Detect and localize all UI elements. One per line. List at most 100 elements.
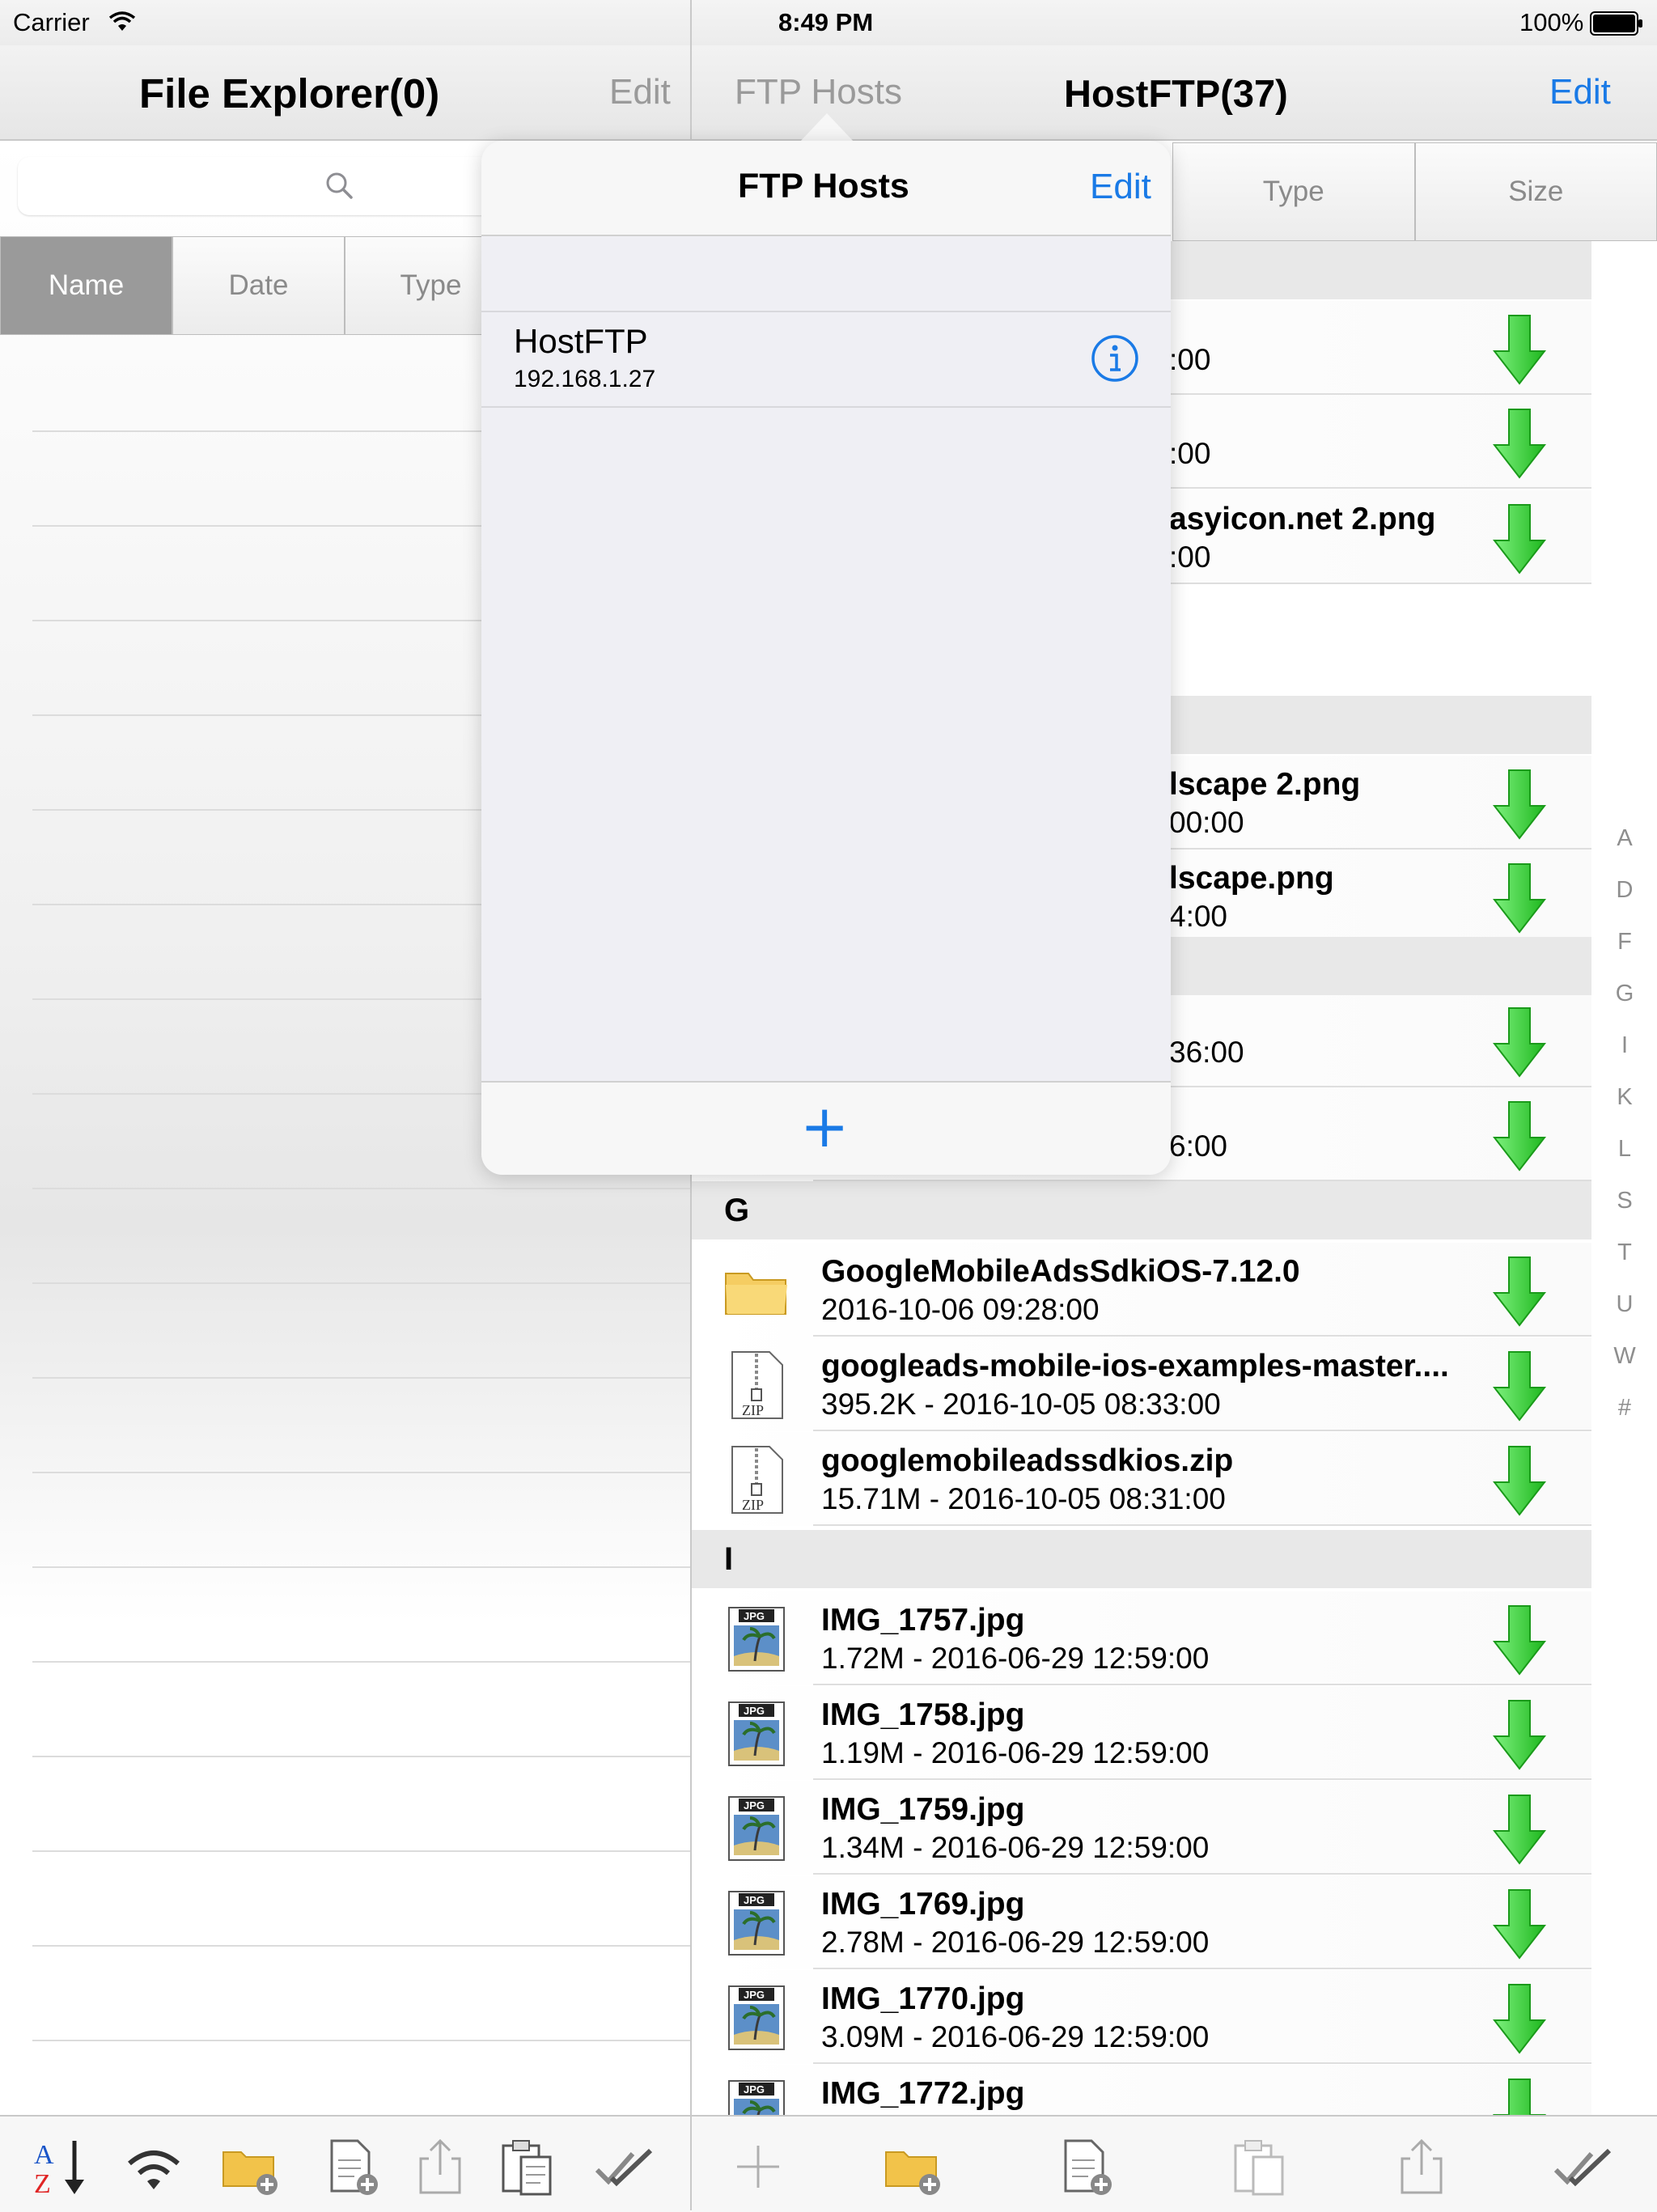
popover-arrow xyxy=(799,113,854,142)
carrier-label: Carrier xyxy=(13,8,90,37)
index-letter[interactable]: D xyxy=(1608,877,1641,929)
share-icon[interactable] xyxy=(409,2136,471,2197)
download-icon[interactable] xyxy=(1493,314,1546,385)
file-name: googleads-mobile-ios-examples-master.... xyxy=(821,1349,1449,1384)
share-icon[interactable] xyxy=(1391,2136,1452,2197)
section-index[interactable]: ADFGIKLSTUW# xyxy=(1608,825,1641,1447)
download-icon[interactable] xyxy=(1493,769,1546,840)
file-row[interactable]: JPGIMG_1769.jpg2.78M - 2016-06-29 12:59:… xyxy=(692,1875,1591,1969)
new-file-icon[interactable] xyxy=(1056,2136,1117,2197)
download-icon[interactable] xyxy=(1493,1983,1546,2054)
file-name: asyicon.net 2.png xyxy=(1169,502,1435,537)
download-icon[interactable] xyxy=(1493,1445,1546,1516)
paste-clipboard-icon[interactable] xyxy=(1227,2136,1289,2197)
file-meta: 36:00 xyxy=(1169,1036,1244,1070)
index-letter[interactable]: L xyxy=(1608,1136,1641,1188)
empty-row-separator xyxy=(32,1850,690,1852)
empty-row-separator xyxy=(32,1472,690,1473)
index-letter[interactable]: A xyxy=(1608,825,1641,877)
svg-text:JPG: JPG xyxy=(744,2083,765,2095)
file-row[interactable]: JPG IMG_1772.jpg xyxy=(692,2065,1591,2115)
file-meta: 6:00 xyxy=(1169,1129,1227,1163)
popover-title: FTP Hosts xyxy=(738,167,909,206)
index-letter[interactable]: K xyxy=(1608,1084,1641,1136)
right-edit-button[interactable]: Edit xyxy=(1549,72,1611,112)
file-meta: 00:00 xyxy=(1169,806,1244,840)
ftp-hosts-back-button[interactable]: FTP Hosts xyxy=(735,72,902,112)
index-letter[interactable]: F xyxy=(1608,929,1641,981)
download-icon[interactable] xyxy=(1493,1699,1546,1770)
file-row[interactable]: GoogleMobileAdsSdkiOS-7.12.02016-10-06 0… xyxy=(692,1243,1591,1337)
svg-text:JPG: JPG xyxy=(744,1799,765,1812)
index-letter[interactable]: T xyxy=(1608,1239,1641,1291)
sort-az-icon[interactable]: A Z xyxy=(31,2136,92,2197)
download-icon[interactable] xyxy=(1493,1888,1546,1960)
download-icon[interactable] xyxy=(1493,1350,1546,1422)
download-icon[interactable] xyxy=(1493,1604,1546,1676)
sort-date-segment[interactable]: Date xyxy=(172,236,345,335)
download-icon[interactable] xyxy=(1493,862,1546,934)
file-row[interactable]: JPGIMG_1759.jpg1.34M - 2016-06-29 12:59:… xyxy=(692,1781,1591,1875)
download-icon[interactable] xyxy=(1493,408,1546,479)
svg-text:ZIP: ZIP xyxy=(742,1497,764,1513)
file-row[interactable]: ZIPgooglemobileadssdkios.zip15.71M - 201… xyxy=(692,1432,1591,1526)
host-row[interactable]: HostFTP 192.168.1.27 xyxy=(481,311,1171,408)
zip-icon: ZIP xyxy=(724,1350,789,1420)
index-letter[interactable]: S xyxy=(1608,1188,1641,1239)
download-icon[interactable] xyxy=(1493,1256,1546,1327)
add-icon[interactable] xyxy=(727,2136,789,2197)
download-icon[interactable] xyxy=(1493,2078,1546,2115)
left-toolbar: A Z xyxy=(0,2115,690,2212)
file-row[interactable]: JPGIMG_1758.jpg1.19M - 2016-06-29 12:59:… xyxy=(692,1686,1591,1780)
row-separator xyxy=(813,1968,1591,1969)
add-host-button[interactable]: + xyxy=(800,1092,849,1160)
file-explorer-navbar: File Explorer(0) Edit xyxy=(0,45,690,141)
file-meta: :00 xyxy=(1169,437,1210,471)
battery-icon xyxy=(1590,11,1643,36)
host-name: HostFTP xyxy=(514,322,648,361)
file-name: lscape 2.png xyxy=(1169,767,1360,803)
info-icon[interactable] xyxy=(1090,333,1140,383)
row-separator xyxy=(813,1335,1591,1337)
sort-name-segment[interactable]: Name xyxy=(0,236,172,335)
jpg-icon: JPG xyxy=(724,1699,789,1769)
empty-row-separator xyxy=(32,1377,690,1379)
file-meta: 2.78M - 2016-06-29 12:59:00 xyxy=(821,1926,1209,1960)
download-icon[interactable] xyxy=(1493,1006,1546,1078)
sort-size-segment-right[interactable]: Size xyxy=(1415,142,1657,241)
jpg-icon: JPG xyxy=(724,2078,789,2115)
select-all-check-icon[interactable] xyxy=(1553,2136,1614,2197)
file-name: IMG_1772.jpg xyxy=(821,2076,1024,2112)
file-row[interactable]: ZIP googleads-mobile-ios-examples-master.… xyxy=(692,1337,1591,1431)
file-meta: 4:00 xyxy=(1169,900,1227,934)
empty-row-separator xyxy=(32,2040,690,2041)
file-row[interactable]: JPGIMG_1770.jpg3.09M - 2016-06-29 12:59:… xyxy=(692,1970,1591,2064)
popover-header: FTP Hosts Edit xyxy=(481,141,1171,236)
index-letter[interactable]: W xyxy=(1608,1343,1641,1395)
new-folder-icon[interactable] xyxy=(883,2136,944,2197)
file-meta: 3.09M - 2016-06-29 12:59:00 xyxy=(821,2020,1209,2054)
file-name: lscape.png xyxy=(1169,861,1334,896)
new-file-icon[interactable] xyxy=(322,2136,384,2197)
index-letter[interactable]: # xyxy=(1608,1395,1641,1447)
index-letter[interactable]: U xyxy=(1608,1291,1641,1343)
download-icon[interactable] xyxy=(1493,1100,1546,1172)
index-letter[interactable]: I xyxy=(1608,1032,1641,1084)
file-explorer-title: File Explorer(0) xyxy=(139,70,439,117)
wifi-transfer-icon[interactable] xyxy=(123,2136,184,2197)
folder-icon xyxy=(724,1256,789,1325)
download-icon[interactable] xyxy=(1493,503,1546,574)
sort-type-segment-right[interactable]: Type xyxy=(1172,142,1415,241)
index-letter[interactable]: G xyxy=(1608,981,1641,1032)
empty-row-separator xyxy=(32,1188,690,1189)
svg-text:JPG: JPG xyxy=(744,1705,765,1717)
file-row[interactable]: JPGIMG_1757.jpg1.72M - 2016-06-29 12:59:… xyxy=(692,1591,1591,1685)
new-folder-icon[interactable] xyxy=(220,2136,282,2197)
left-edit-button[interactable]: Edit xyxy=(609,72,671,112)
paste-clipboard-icon[interactable] xyxy=(495,2136,557,2197)
file-meta: 1.19M - 2016-06-29 12:59:00 xyxy=(821,1736,1209,1770)
row-separator xyxy=(813,1873,1591,1875)
popover-edit-button[interactable]: Edit xyxy=(1090,167,1151,207)
download-icon[interactable] xyxy=(1493,1794,1546,1865)
select-all-check-icon[interactable] xyxy=(594,2136,655,2197)
